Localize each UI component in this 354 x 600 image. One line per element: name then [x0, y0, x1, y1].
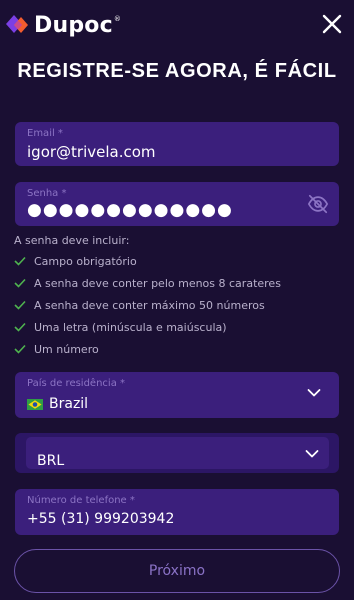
email-field[interactable]: Email * igor@trivela.com	[15, 122, 339, 166]
check-icon	[14, 322, 26, 332]
country-name: Brazil	[49, 396, 89, 412]
close-icon[interactable]	[320, 12, 344, 36]
password-value[interactable]: ●●●●●●●●●●●●●	[27, 200, 233, 220]
password-rule: Campo obrigatório	[14, 253, 137, 269]
phone-label: Número de telefone *	[27, 495, 135, 506]
phone-value[interactable]: +55 (31) 999203942	[27, 511, 174, 527]
password-field[interactable]: Senha * ●●●●●●●●●●●●●	[15, 182, 339, 226]
page-title: REGISTRE-SE AGORA, É FÁCIL	[17, 60, 337, 82]
eye-off-icon[interactable]	[307, 193, 329, 215]
currency-field: BRL	[15, 433, 339, 473]
check-icon	[14, 300, 26, 310]
password-rules-title: A senha deve incluir:	[14, 234, 130, 247]
email-label: Email *	[27, 128, 63, 139]
brazil-flag-icon	[27, 398, 43, 410]
registered-mark: ®	[113, 15, 121, 23]
country-select[interactable]: País de residência * Brazil	[15, 372, 339, 418]
currency-select[interactable]: BRL	[26, 437, 329, 469]
password-rule: Um número	[14, 341, 99, 357]
registration-screen: Dupoc ® REGISTRE-SE AGORA, É FÁCIL Email…	[0, 0, 354, 600]
country-value: Brazil	[27, 396, 88, 412]
password-label: Senha *	[27, 188, 67, 199]
check-icon	[14, 278, 26, 288]
brand-logo: Dupoc ®	[2, 11, 121, 39]
header: Dupoc ®	[0, 0, 354, 52]
check-icon	[14, 344, 26, 354]
password-rule: A senha deve conter pelo menos 8 carater…	[14, 275, 281, 291]
password-rule: A senha deve conter máximo 50 números	[14, 297, 265, 313]
password-rule-text: A senha deve conter pelo menos 8 carater…	[34, 276, 281, 290]
email-value[interactable]: igor@trivela.com	[27, 143, 156, 161]
check-icon	[14, 256, 26, 266]
chevron-down-icon[interactable]	[307, 388, 321, 398]
password-rule: Uma letra (minúscula e maiúscula)	[14, 319, 227, 335]
next-button[interactable]: Próximo	[14, 549, 340, 593]
currency-value: BRL	[37, 453, 65, 469]
logo-icon	[6, 15, 28, 33]
chevron-down-icon[interactable]	[305, 449, 319, 459]
password-rule-text: A senha deve conter máximo 50 números	[34, 298, 265, 312]
password-rule-text: Um número	[34, 342, 99, 356]
password-rule-text: Uma letra (minúscula e maiúscula)	[34, 320, 227, 334]
phone-field[interactable]: Número de telefone * +55 (31) 999203942	[15, 489, 339, 535]
brand-name: Dupoc	[34, 12, 113, 38]
country-label: País de residência *	[27, 378, 126, 389]
password-rule-text: Campo obrigatório	[34, 254, 137, 268]
